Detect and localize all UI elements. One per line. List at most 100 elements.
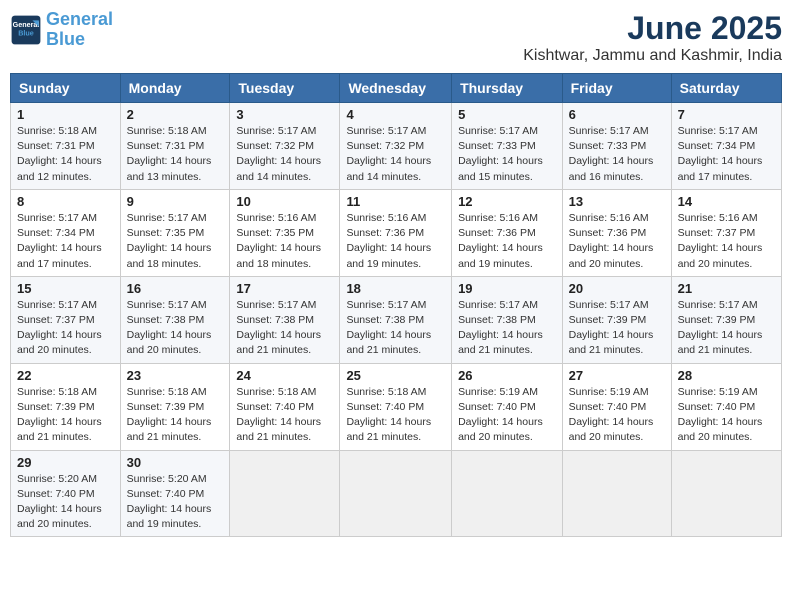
- location-title: Kishtwar, Jammu and Kashmir, India: [523, 47, 782, 65]
- calendar-cell: 1 Sunrise: 5:18 AMSunset: 7:31 PMDaylight…: [11, 103, 121, 190]
- day-number: 10: [236, 194, 333, 209]
- calendar-cell: [230, 450, 340, 537]
- calendar-cell: 29 Sunrise: 5:20 AMSunset: 7:40 PMDayligh…: [11, 450, 121, 537]
- day-number: 24: [236, 368, 333, 383]
- day-number: 22: [17, 368, 114, 383]
- calendar-cell: 27 Sunrise: 5:19 AMSunset: 7:40 PMDayligh…: [562, 363, 671, 450]
- calendar-cell: 24 Sunrise: 5:18 AMSunset: 7:40 PMDayligh…: [230, 363, 340, 450]
- day-number: 21: [678, 281, 775, 296]
- calendar-cell: 21 Sunrise: 5:17 AMSunset: 7:39 PMDayligh…: [671, 276, 781, 363]
- cell-info: Sunrise: 5:19 AMSunset: 7:40 PMDaylight:…: [678, 385, 775, 446]
- day-number: 12: [458, 194, 556, 209]
- calendar-cell: 23 Sunrise: 5:18 AMSunset: 7:39 PMDayligh…: [120, 363, 230, 450]
- calendar-cell: 11 Sunrise: 5:16 AMSunset: 7:36 PMDayligh…: [340, 189, 452, 276]
- cell-info: Sunrise: 5:16 AMSunset: 7:37 PMDaylight:…: [678, 211, 775, 272]
- cell-info: Sunrise: 5:18 AMSunset: 7:39 PMDaylight:…: [127, 385, 224, 446]
- calendar-cell: [671, 450, 781, 537]
- day-number: 11: [346, 194, 445, 209]
- cell-info: Sunrise: 5:18 AMSunset: 7:31 PMDaylight:…: [17, 124, 114, 185]
- calendar-cell: 20 Sunrise: 5:17 AMSunset: 7:39 PMDayligh…: [562, 276, 671, 363]
- weekday-header: Thursday: [452, 74, 563, 103]
- logo-icon: General Blue: [10, 14, 42, 46]
- cell-info: Sunrise: 5:17 AMSunset: 7:37 PMDaylight:…: [17, 298, 114, 359]
- calendar-cell: 6 Sunrise: 5:17 AMSunset: 7:33 PMDaylight…: [562, 103, 671, 190]
- cell-info: Sunrise: 5:20 AMSunset: 7:40 PMDaylight:…: [17, 472, 114, 533]
- calendar-cell: [340, 450, 452, 537]
- day-number: 13: [569, 194, 665, 209]
- day-number: 30: [127, 455, 224, 470]
- calendar-cell: 30 Sunrise: 5:20 AMSunset: 7:40 PMDayligh…: [120, 450, 230, 537]
- calendar-cell: 4Sunrise: 5:17 AMSunset: 7:32 PMDaylight…: [340, 103, 452, 190]
- day-number: 23: [127, 368, 224, 383]
- cell-info: Sunrise: 5:17 AMSunset: 7:32 PMDaylight:…: [346, 124, 445, 185]
- month-title: June 2025: [523, 10, 782, 47]
- cell-info: Sunrise: 5:17 AMSunset: 7:38 PMDaylight:…: [236, 298, 333, 359]
- day-number: 3: [236, 107, 333, 122]
- calendar-cell: 25 Sunrise: 5:18 AMSunset: 7:40 PMDayligh…: [340, 363, 452, 450]
- day-number: 1: [17, 107, 114, 122]
- weekday-header: Sunday: [11, 74, 121, 103]
- calendar-cell: 3Sunrise: 5:17 AMSunset: 7:32 PMDaylight…: [230, 103, 340, 190]
- calendar-cell: 22 Sunrise: 5:18 AMSunset: 7:39 PMDayligh…: [11, 363, 121, 450]
- calendar-cell: 7Sunrise: 5:17 AMSunset: 7:34 PMDaylight…: [671, 103, 781, 190]
- cell-info: Sunrise: 5:17 AMSunset: 7:33 PMDaylight:…: [569, 124, 665, 185]
- day-number: 8: [17, 194, 114, 209]
- cell-info: Sunrise: 5:17 AMSunset: 7:38 PMDaylight:…: [346, 298, 445, 359]
- weekday-header: Friday: [562, 74, 671, 103]
- cell-info: Sunrise: 5:16 AMSunset: 7:36 PMDaylight:…: [458, 211, 556, 272]
- cell-info: Sunrise: 5:17 AMSunset: 7:34 PMDaylight:…: [17, 211, 114, 272]
- day-number: 20: [569, 281, 665, 296]
- weekday-header: Saturday: [671, 74, 781, 103]
- calendar-cell: 19 Sunrise: 5:17 AMSunset: 7:38 PMDayligh…: [452, 276, 563, 363]
- calendar-cell: [562, 450, 671, 537]
- calendar-cell: 5 Sunrise: 5:17 AMSunset: 7:33 PMDaylight…: [452, 103, 563, 190]
- calendar-cell: 2 Sunrise: 5:18 AMSunset: 7:31 PMDaylight…: [120, 103, 230, 190]
- cell-info: Sunrise: 5:18 AMSunset: 7:40 PMDaylight:…: [346, 385, 445, 446]
- day-number: 5: [458, 107, 556, 122]
- day-number: 18: [346, 281, 445, 296]
- day-number: 26: [458, 368, 556, 383]
- cell-info: Sunrise: 5:18 AMSunset: 7:40 PMDaylight:…: [236, 385, 333, 446]
- day-number: 2: [127, 107, 224, 122]
- calendar-cell: 18 Sunrise: 5:17 AMSunset: 7:38 PMDayligh…: [340, 276, 452, 363]
- cell-info: Sunrise: 5:18 AMSunset: 7:39 PMDaylight:…: [17, 385, 114, 446]
- calendar-cell: 14 Sunrise: 5:16 AMSunset: 7:37 PMDayligh…: [671, 189, 781, 276]
- calendar-cell: 16Sunrise: 5:17 AMSunset: 7:38 PMDayligh…: [120, 276, 230, 363]
- cell-info: Sunrise: 5:19 AMSunset: 7:40 PMDaylight:…: [458, 385, 556, 446]
- calendar-cell: 13Sunrise: 5:16 AMSunset: 7:36 PMDayligh…: [562, 189, 671, 276]
- cell-info: Sunrise: 5:20 AMSunset: 7:40 PMDaylight:…: [127, 472, 224, 533]
- cell-info: Sunrise: 5:17 AMSunset: 7:38 PMDaylight:…: [127, 298, 224, 359]
- logo: General Blue General Blue: [10, 10, 113, 50]
- calendar-table: SundayMondayTuesdayWednesdayThursdayFrid…: [10, 73, 782, 537]
- cell-info: Sunrise: 5:17 AMSunset: 7:33 PMDaylight:…: [458, 124, 556, 185]
- calendar-cell: [452, 450, 563, 537]
- cell-info: Sunrise: 5:17 AMSunset: 7:39 PMDaylight:…: [569, 298, 665, 359]
- logo-text: General Blue: [46, 10, 113, 50]
- logo-line1: General: [46, 9, 113, 29]
- calendar-cell: 15 Sunrise: 5:17 AMSunset: 7:37 PMDayligh…: [11, 276, 121, 363]
- cell-info: Sunrise: 5:19 AMSunset: 7:40 PMDaylight:…: [569, 385, 665, 446]
- day-number: 19: [458, 281, 556, 296]
- day-number: 7: [678, 107, 775, 122]
- day-number: 15: [17, 281, 114, 296]
- day-number: 29: [17, 455, 114, 470]
- cell-info: Sunrise: 5:17 AMSunset: 7:38 PMDaylight:…: [458, 298, 556, 359]
- weekday-header: Monday: [120, 74, 230, 103]
- page-header: General Blue General Blue June 2025 Kish…: [10, 10, 782, 65]
- calendar-cell: 26 Sunrise: 5:19 AMSunset: 7:40 PMDayligh…: [452, 363, 563, 450]
- day-number: 6: [569, 107, 665, 122]
- weekday-header: Wednesday: [340, 74, 452, 103]
- calendar-cell: 9Sunrise: 5:17 AMSunset: 7:35 PMDaylight…: [120, 189, 230, 276]
- logo-line2: Blue: [46, 29, 85, 49]
- day-number: 27: [569, 368, 665, 383]
- day-number: 25: [346, 368, 445, 383]
- weekday-header: Tuesday: [230, 74, 340, 103]
- day-number: 14: [678, 194, 775, 209]
- title-area: June 2025 Kishtwar, Jammu and Kashmir, I…: [523, 10, 782, 65]
- svg-text:Blue: Blue: [18, 28, 34, 37]
- calendar-cell: 28 Sunrise: 5:19 AMSunset: 7:40 PMDayligh…: [671, 363, 781, 450]
- cell-info: Sunrise: 5:17 AMSunset: 7:39 PMDaylight:…: [678, 298, 775, 359]
- day-number: 28: [678, 368, 775, 383]
- cell-info: Sunrise: 5:18 AMSunset: 7:31 PMDaylight:…: [127, 124, 224, 185]
- cell-info: Sunrise: 5:16 AMSunset: 7:36 PMDaylight:…: [346, 211, 445, 272]
